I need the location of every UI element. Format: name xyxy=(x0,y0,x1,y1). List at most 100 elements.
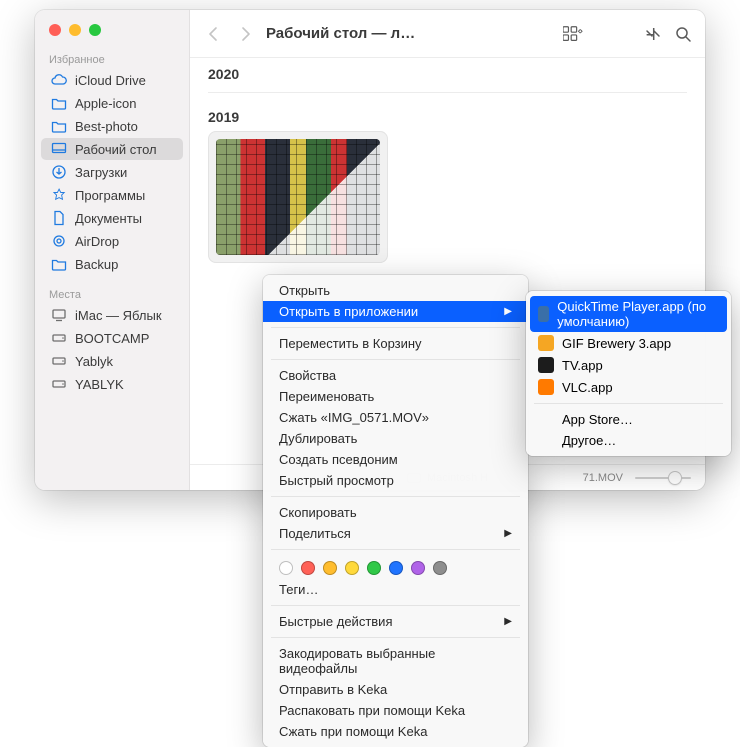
minimize-button[interactable] xyxy=(69,24,81,36)
search-button[interactable] xyxy=(673,24,693,44)
menu-item[interactable]: Сжать «IMG_0571.MOV» xyxy=(263,407,528,428)
sidebar: Избранное iCloud DriveApple-iconBest-pho… xyxy=(35,10,190,490)
sidebar-item-yablyk[interactable]: YABLYK xyxy=(41,373,183,395)
sidebar-item-backup[interactable]: Backup xyxy=(41,253,183,275)
app-icon xyxy=(538,357,554,373)
apps-icon xyxy=(51,187,67,203)
sidebar-item-label: YABLYK xyxy=(75,377,124,392)
sidebar-item-label: Загрузки xyxy=(75,165,127,180)
menu-item[interactable]: Скопировать xyxy=(263,502,528,523)
view-options-button[interactable] xyxy=(563,24,583,44)
tag-color[interactable] xyxy=(323,561,337,575)
menu-item[interactable]: Переместить в Корзину xyxy=(263,333,528,354)
close-button[interactable] xyxy=(49,24,61,36)
menu-item[interactable]: Распаковать при помощи Keka xyxy=(263,700,528,721)
sidebar-item-bootcamp[interactable]: BOOTCAMP xyxy=(41,327,183,349)
divider xyxy=(208,92,687,93)
menu-item[interactable]: Поделиться ▶ xyxy=(263,523,528,544)
folder-icon xyxy=(51,95,67,111)
submenu-arrow-icon: ▶ xyxy=(504,616,512,627)
sidebar-item-документы[interactable]: Документы xyxy=(41,207,183,229)
menu-item[interactable]: Сжать при помощи Keka xyxy=(263,721,528,742)
menu-item-label: Быстрые действия xyxy=(279,614,392,629)
tag-color[interactable] xyxy=(433,561,447,575)
sidebar-item-airdrop[interactable]: AirDrop xyxy=(41,230,183,252)
menu-item-label: Быстрый просмотр xyxy=(279,473,394,488)
menu-item[interactable]: Быстрый просмотр xyxy=(263,470,528,491)
more-button[interactable] xyxy=(643,24,663,44)
sidebar-item-best-photo[interactable]: Best-photo xyxy=(41,115,183,137)
tag-color[interactable] xyxy=(301,561,315,575)
submenu-arrow-icon: ▶ xyxy=(504,528,512,539)
window-controls xyxy=(35,18,189,48)
submenu-item[interactable]: Другое… xyxy=(526,430,731,451)
menu-item[interactable]: Открыть в приложении ▶ xyxy=(263,301,528,322)
menu-item[interactable]: Создать псевдоним xyxy=(263,449,528,470)
menu-item[interactable]: Закодировать выбранные видеофайлы xyxy=(263,643,528,679)
zoom-button[interactable] xyxy=(89,24,101,36)
tag-color[interactable] xyxy=(367,561,381,575)
menu-separator xyxy=(271,605,520,606)
menu-item[interactable]: Отправить в Keka xyxy=(263,679,528,700)
menu-item[interactable]: Открыть xyxy=(263,280,528,301)
group-header: 2020 xyxy=(208,58,687,88)
submenu-item[interactable]: App Store… xyxy=(526,409,731,430)
menu-item[interactable]: Быстрые действия ▶ xyxy=(263,611,528,632)
sidebar-item-label: Backup xyxy=(75,257,118,272)
submenu-item-label: GIF Brewery 3.app xyxy=(562,336,671,351)
submenu-item-label: App Store… xyxy=(562,412,633,427)
icon-size-slider[interactable] xyxy=(635,472,691,484)
disk-icon xyxy=(51,353,67,369)
sidebar-item-imac-яблык[interactable]: iMac — Яблык xyxy=(41,304,183,326)
thumbnail[interactable] xyxy=(208,131,388,263)
sidebar-item-label: AirDrop xyxy=(75,234,119,249)
menu-separator xyxy=(271,637,520,638)
submenu-item[interactable]: TV.app xyxy=(526,354,731,376)
window-title: Рабочий стол — л… xyxy=(266,25,415,42)
sidebar-section-places: Места xyxy=(35,283,189,303)
submenu-arrow-icon: ▶ xyxy=(504,306,512,317)
sidebar-item-label: Программы xyxy=(75,188,145,203)
menu-item-label: Открыть xyxy=(279,283,330,298)
menu-item-label: Теги… xyxy=(279,582,318,597)
sidebar-section-favorites: Избранное xyxy=(35,48,189,68)
gallery-item[interactable] xyxy=(208,131,388,263)
menu-separator xyxy=(271,549,520,550)
tag-color[interactable] xyxy=(345,561,359,575)
submenu-item-label: TV.app xyxy=(562,358,603,373)
sidebar-item-icloud-drive[interactable]: iCloud Drive xyxy=(41,69,183,91)
sidebar-item-рабочий-стол[interactable]: Рабочий стол xyxy=(41,138,183,160)
sidebar-item-label: BOOTCAMP xyxy=(75,331,149,346)
path-segment[interactable]: 71.MOV xyxy=(583,472,623,484)
submenu-item-label: Другое… xyxy=(562,433,616,448)
open-with-submenu: QuickTime Player.app (по умолчанию) GIF B… xyxy=(526,291,731,456)
sidebar-item-загрузки[interactable]: Загрузки xyxy=(41,161,183,183)
tag-color[interactable] xyxy=(279,561,293,575)
menu-item[interactable]: Свойства xyxy=(263,365,528,386)
menu-item[interactable]: Теги… xyxy=(263,579,528,600)
menu-item-label: Сжать при помощи Keka xyxy=(279,724,427,739)
menu-item-label: Открыть в приложении xyxy=(279,304,418,319)
menu-item[interactable]: Дублировать xyxy=(263,428,528,449)
sidebar-item-программы[interactable]: Программы xyxy=(41,184,183,206)
menu-item-label: Создать псевдоним xyxy=(279,452,398,467)
group-header: 2019 xyxy=(208,101,687,131)
sidebar-item-yablyk[interactable]: Yablyk xyxy=(41,350,183,372)
back-button[interactable] xyxy=(202,23,224,45)
menu-item-label: Поделиться xyxy=(279,526,351,541)
submenu-item[interactable]: VLC.app xyxy=(526,376,731,398)
desktop-icon xyxy=(51,141,67,157)
tag-color[interactable] xyxy=(389,561,403,575)
forward-button[interactable] xyxy=(234,23,256,45)
context-menu: Открыть Открыть в приложении ▶ Переместить … xyxy=(263,275,528,747)
sidebar-item-label: Рабочий стол xyxy=(75,142,157,157)
menu-item-label: Дублировать xyxy=(279,431,357,446)
sidebar-item-apple-icon[interactable]: Apple-icon xyxy=(41,92,183,114)
submenu-item[interactable]: QuickTime Player.app (по умолчанию) xyxy=(530,296,727,332)
submenu-item[interactable]: GIF Brewery 3.app xyxy=(526,332,731,354)
menu-item[interactable]: Переименовать xyxy=(263,386,528,407)
toolbar: Рабочий стол — л… xyxy=(190,10,705,58)
tag-color[interactable] xyxy=(411,561,425,575)
app-icon xyxy=(538,306,549,322)
folder-icon xyxy=(51,118,67,134)
